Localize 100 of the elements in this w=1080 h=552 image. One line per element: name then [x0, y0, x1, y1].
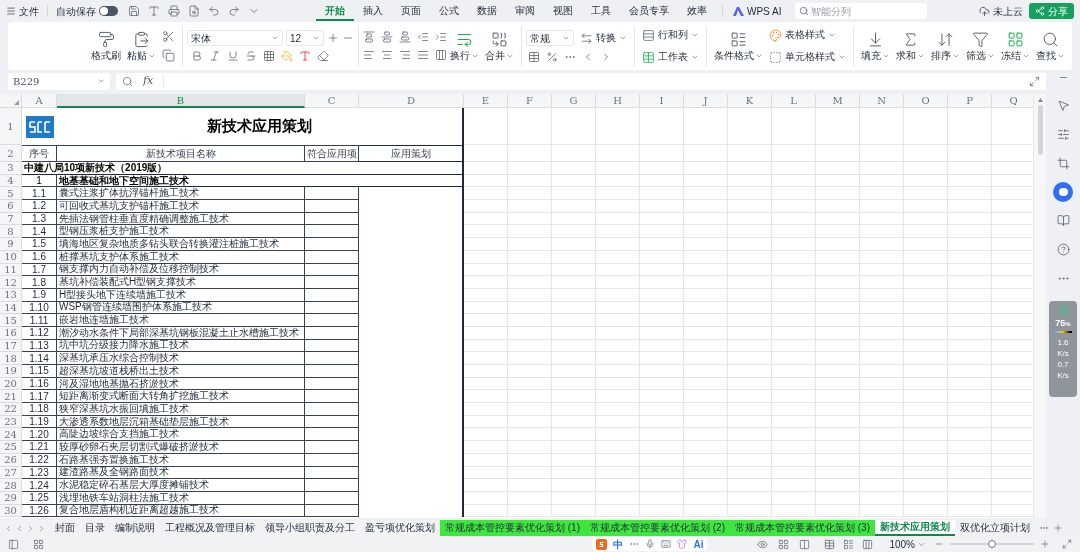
first-sheet-icon[interactable]	[4, 523, 13, 533]
row-header[interactable]: 6	[0, 200, 22, 213]
zoom-in-icon[interactable]	[1040, 539, 1050, 549]
align-top-icon[interactable]	[363, 31, 375, 43]
print-icon[interactable]	[168, 5, 180, 17]
zoom-level[interactable]: 100%	[889, 536, 915, 552]
column-header[interactable]: Q	[992, 94, 1033, 108]
save-icon[interactable]	[128, 5, 140, 17]
ribbon-button[interactable]: 冻结	[998, 24, 1033, 68]
column-header[interactable]: N	[860, 94, 904, 108]
ribbon-button[interactable]: 条件格式	[711, 24, 766, 68]
ribbon-button[interactable]: 求和	[893, 24, 928, 68]
distribute-icon[interactable]	[435, 49, 447, 61]
column-header[interactable]: J	[684, 94, 728, 108]
ribbon-button[interactable]: 转换	[577, 29, 630, 47]
row-header[interactable]: 24	[0, 428, 22, 442]
previous-sheet-icon[interactable]	[15, 523, 24, 533]
cut-icon[interactable]	[162, 30, 175, 43]
expand-icon[interactable]	[1029, 75, 1040, 87]
ribbon-button[interactable]: 合并	[482, 24, 517, 68]
grow-font-icon[interactable]	[327, 32, 339, 44]
book-icon[interactable]	[1056, 214, 1070, 227]
sheet-tab[interactable]: 领导小组职责及分工	[260, 520, 360, 536]
page-view-icon[interactable]	[843, 538, 855, 550]
cell-grid[interactable]	[464, 108, 1033, 518]
sheet-tab[interactable]: 盈亏项优化策划	[360, 520, 440, 536]
column-header[interactable]: H	[596, 94, 640, 108]
column-header[interactable]: E	[464, 94, 508, 108]
ime-logo-icon[interactable]	[596, 538, 608, 550]
format-icon[interactable]	[148, 5, 160, 17]
row-header[interactable]: 18	[0, 352, 22, 365]
menu-tab[interactable]: 工具	[582, 1, 620, 21]
column-header[interactable]: G	[552, 94, 596, 108]
column-header[interactable]: F	[508, 94, 552, 108]
fill-color-icon[interactable]	[281, 50, 293, 62]
ribbon-button[interactable]: 单元格样式	[766, 48, 849, 66]
indent-icon[interactable]	[435, 31, 447, 43]
align-left-icon[interactable]	[363, 49, 375, 61]
share-button[interactable]: 分享	[1029, 3, 1074, 19]
row-header[interactable]: 22	[0, 403, 22, 416]
last-sheet-icon[interactable]	[37, 523, 46, 533]
menu-tab[interactable]: 会员专享	[620, 1, 678, 21]
ribbon-button[interactable]: 格式刷	[88, 24, 124, 68]
scrollbar[interactable]	[1033, 94, 1046, 518]
name-box[interactable]: B229	[8, 72, 110, 90]
font-size-select[interactable]: 12	[286, 30, 324, 46]
column-header[interactable]: O	[904, 94, 948, 108]
file-menu[interactable]: 文件	[6, 3, 39, 19]
ribbon-button[interactable]: 筛选	[963, 24, 998, 68]
column-header[interactable]: P	[948, 94, 992, 108]
autosave-toggle[interactable]	[99, 6, 118, 16]
menu-tab[interactable]: 页面	[392, 1, 430, 21]
microphone-icon[interactable]	[645, 539, 656, 549]
row-header[interactable]: 1	[0, 108, 22, 145]
accounting-icon[interactable]	[528, 51, 540, 63]
column-header[interactable]: A	[22, 94, 57, 108]
cursor-icon[interactable]	[1056, 99, 1070, 112]
menu-tab[interactable]: 审阅	[506, 1, 544, 21]
zoom-slider-thumb[interactable]	[988, 540, 996, 548]
layout-icon[interactable]	[778, 538, 790, 550]
cloud-button[interactable]: 未上云	[979, 3, 1023, 19]
sheet-tab[interactable]: 新技术应用策划	[875, 520, 955, 536]
row-header[interactable]: 3	[0, 162, 22, 175]
font-color-icon[interactable]	[299, 50, 311, 62]
outdent-icon[interactable]	[417, 31, 429, 43]
row-header[interactable]: 28	[0, 479, 22, 492]
ribbon-button[interactable]: 表格样式	[766, 26, 849, 44]
scroll-up-icon[interactable]	[1037, 98, 1043, 102]
row-header[interactable]: 15	[0, 314, 22, 327]
column-header[interactable]: B	[57, 94, 305, 108]
function-button[interactable]: fx	[143, 72, 154, 90]
sheet-tab[interactable]: 编制说明	[110, 520, 160, 536]
menu-tab[interactable]: 公式	[430, 1, 468, 21]
bold-icon[interactable]	[191, 50, 203, 62]
sheet-tab[interactable]: 常规成本管控要素优化策划 (3)	[730, 520, 875, 536]
redo-icon[interactable]	[228, 5, 240, 17]
scrollbar-thumb[interactable]	[1037, 105, 1043, 155]
panel-icon[interactable]	[8, 538, 19, 550]
sheet-tab[interactable]: 双优化立项计划	[955, 520, 1035, 536]
ribbon-button[interactable]: 换行	[447, 24, 482, 68]
align-center-icon[interactable]	[381, 49, 393, 61]
search-field[interactable]: 智能分列	[795, 3, 928, 19]
column-header[interactable]: I	[640, 94, 684, 108]
underline-icon[interactable]	[227, 50, 239, 62]
number-format-select[interactable]: 常规	[526, 30, 574, 46]
border-icon[interactable]	[263, 50, 275, 62]
column-header[interactable]: M	[816, 94, 860, 108]
crop-icon[interactable]	[1056, 157, 1070, 170]
shirt-icon[interactable]	[677, 539, 688, 549]
menu-tab[interactable]: 效率	[678, 1, 716, 21]
undo-icon[interactable]	[208, 5, 220, 17]
sheet-tab[interactable]: 目录	[80, 520, 110, 536]
assistant-button[interactable]	[1053, 182, 1073, 202]
row-header[interactable]: 2	[0, 145, 22, 162]
sheet-tab[interactable]: 工程概况及管理目标	[160, 520, 260, 536]
ai-button[interactable]: WPS AI	[729, 3, 786, 19]
ribbon-button[interactable]: 填充	[858, 24, 893, 68]
menu-tab[interactable]: 视图	[544, 1, 582, 21]
row-header[interactable]: 21	[0, 390, 22, 404]
italic-icon[interactable]	[209, 50, 221, 62]
